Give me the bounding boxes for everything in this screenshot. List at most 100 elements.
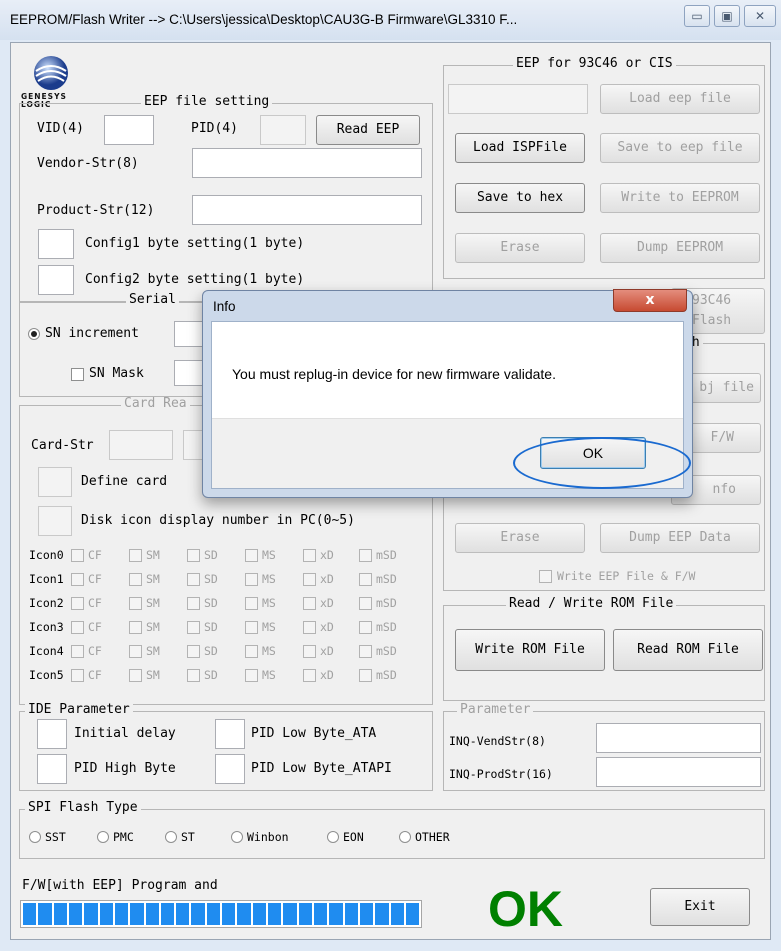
vendor-str-input[interactable] [192, 148, 422, 178]
icon-checkbox[interactable] [359, 549, 372, 562]
progress-segment [329, 903, 343, 925]
spi-radio[interactable] [327, 831, 339, 843]
sn-increment-label: SN increment [45, 326, 139, 341]
define-card-label: Define card [81, 474, 168, 489]
write-rom-file-button[interactable]: Write ROM File [455, 629, 605, 671]
inq-prodstr-input[interactable] [596, 757, 761, 787]
icon-row-label: Icon4 [29, 644, 64, 658]
icon-checkbox[interactable] [71, 597, 84, 610]
load-isp-file-button[interactable]: Load ISPFile [455, 133, 585, 163]
icon-checkbox[interactable] [245, 645, 258, 658]
pid-high-byte-label: PID High Byte [74, 761, 176, 776]
sn-mask-checkbox[interactable] [71, 368, 84, 381]
parameter-title: Parameter [457, 703, 534, 717]
maximize-button[interactable]: ▣ [714, 5, 740, 27]
icon-checkbox[interactable] [245, 597, 258, 610]
icon-checkbox[interactable] [303, 549, 316, 562]
load-eep-file-button[interactable]: Load eep file [600, 84, 760, 114]
save-to-hex-button[interactable]: Save to hex [455, 183, 585, 213]
card-str-input-1[interactable] [109, 430, 173, 460]
config2-input[interactable] [38, 265, 74, 295]
icon-checkbox[interactable] [129, 645, 142, 658]
icon-checkbox[interactable] [303, 597, 316, 610]
icon-checkbox[interactable] [359, 645, 372, 658]
icon-checkbox[interactable] [129, 597, 142, 610]
icon-checkbox[interactable] [359, 573, 372, 586]
icon-col-label: MS [262, 596, 276, 610]
spi-radio[interactable] [399, 831, 411, 843]
write-to-eeprom-button[interactable]: Write to EEPROM [600, 183, 760, 213]
icon-checkbox[interactable] [187, 621, 200, 634]
icon-checkbox[interactable] [245, 573, 258, 586]
sn-increment-input[interactable] [174, 321, 204, 347]
progress-segment [160, 903, 175, 925]
inq-vendstr-input[interactable] [596, 723, 761, 753]
icon-col-label: SD [204, 548, 218, 562]
icon-checkbox[interactable] [245, 549, 258, 562]
erase-eeprom-button[interactable]: Erase [455, 233, 585, 263]
icon-checkbox[interactable] [71, 621, 84, 634]
icon-checkbox[interactable] [129, 621, 142, 634]
icon-col-label: SM [146, 572, 160, 586]
icon-checkbox[interactable] [71, 573, 84, 586]
icon-checkbox[interactable] [71, 645, 84, 658]
dump-eep-data-button[interactable]: Dump EEP Data [600, 523, 760, 553]
icon-checkbox[interactable] [129, 573, 142, 586]
spi-option-label: ST [181, 830, 195, 844]
config1-label: Config1 byte setting(1 byte) [85, 236, 305, 251]
save-to-eep-file-button[interactable]: Save to eep file [600, 133, 760, 163]
product-str-input[interactable] [192, 195, 422, 225]
vid-input[interactable] [104, 115, 154, 145]
dump-eeprom-button[interactable]: Dump EEPROM [600, 233, 760, 263]
erase-flash-button[interactable]: Erase [455, 523, 585, 553]
read-rom-file-button[interactable]: Read ROM File [613, 629, 763, 671]
icon-checkbox[interactable] [245, 669, 258, 682]
define-card-input[interactable] [38, 467, 72, 497]
icon-checkbox[interactable] [187, 645, 200, 658]
icon-checkbox[interactable] [187, 669, 200, 682]
close-button[interactable]: ✕ [744, 5, 776, 27]
spi-radio[interactable] [29, 831, 41, 843]
dialog-close-button[interactable]: x [613, 289, 687, 312]
ide-parameter-title: IDE Parameter [25, 703, 133, 717]
disk-icon-input[interactable] [38, 506, 72, 536]
progress-segment [38, 903, 52, 925]
spi-radio[interactable] [231, 831, 243, 843]
sn-mask-label: SN Mask [89, 366, 144, 381]
icon-checkbox[interactable] [187, 573, 200, 586]
icon-checkbox[interactable] [71, 549, 84, 562]
icon-checkbox[interactable] [303, 573, 316, 586]
icon-checkbox[interactable] [303, 621, 316, 634]
spi-radio[interactable] [165, 831, 177, 843]
dialog-message: You must replug-in device for new firmwa… [232, 366, 556, 382]
pid-low-ata-label: PID Low Byte_ATA [251, 726, 377, 741]
eep-file-path-input[interactable] [448, 84, 588, 114]
pid-low-atapi-input[interactable] [215, 754, 245, 784]
minimize-button[interactable]: ▭ [684, 5, 710, 27]
icon-checkbox[interactable] [129, 549, 142, 562]
config1-input[interactable] [38, 229, 74, 259]
pid-high-byte-input[interactable] [37, 754, 67, 784]
write-eep-file-checkbox[interactable] [539, 570, 552, 583]
sn-mask-input[interactable] [174, 360, 204, 386]
read-eep-button[interactable]: Read EEP [316, 115, 420, 145]
icon-checkbox[interactable] [303, 669, 316, 682]
initial-delay-input[interactable] [37, 719, 67, 749]
icon-col-label: SD [204, 572, 218, 586]
icon-checkbox[interactable] [187, 549, 200, 562]
icon-checkbox[interactable] [71, 669, 84, 682]
pid-input[interactable] [260, 115, 306, 145]
icon-col-label: MS [262, 668, 276, 682]
icon-checkbox[interactable] [129, 669, 142, 682]
icon-checkbox[interactable] [187, 597, 200, 610]
icon-checkbox[interactable] [359, 621, 372, 634]
icon-checkbox[interactable] [245, 621, 258, 634]
pid-low-ata-input[interactable] [215, 719, 245, 749]
spi-radio[interactable] [97, 831, 109, 843]
sn-increment-radio[interactable] [28, 328, 40, 340]
icon-checkbox[interactable] [359, 597, 372, 610]
icon-checkbox[interactable] [359, 669, 372, 682]
icon-col-label: CF [88, 572, 102, 586]
exit-button[interactable]: Exit [650, 888, 750, 926]
icon-checkbox[interactable] [303, 645, 316, 658]
